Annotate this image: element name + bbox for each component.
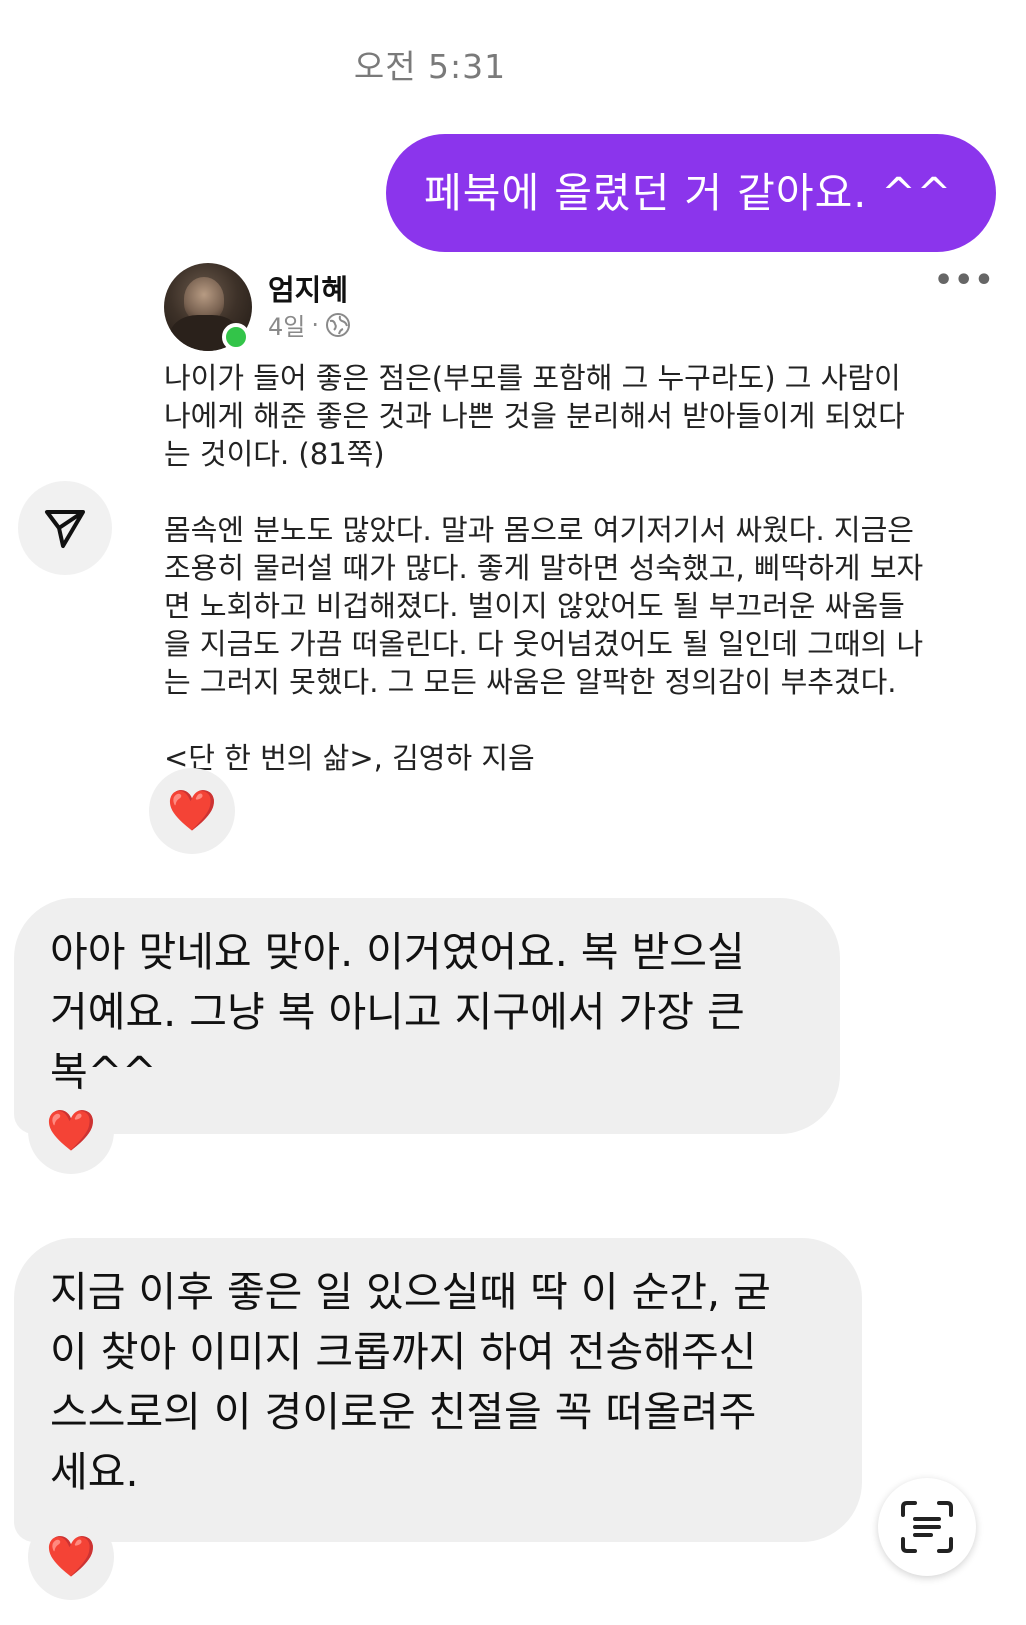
outgoing-message-bubble[interactable]: 페북에 올렸던 거 같아요. ^^ (386, 134, 996, 252)
text-scan-icon (901, 1501, 953, 1553)
meta-separator: · (311, 310, 319, 339)
post-author-name[interactable]: 엄지혜 (268, 267, 348, 309)
online-status-indicator (222, 323, 250, 351)
incoming-message-bubble[interactable]: 아아 맞네요 맞아. 이거였어요. 복 받으실 거예요. 그냥 복 아니고 지구… (14, 898, 840, 1134)
message-reaction[interactable]: ❤️ (28, 1514, 114, 1600)
text-scan-button[interactable] (878, 1478, 976, 1576)
heart-icon: ❤️ (46, 1108, 96, 1154)
message-reaction[interactable]: ❤️ (28, 1088, 114, 1174)
share-button[interactable] (18, 481, 112, 575)
post-age: 4일 (268, 313, 306, 341)
globe-icon (326, 312, 350, 337)
more-options-icon[interactable]: ••• (934, 263, 995, 298)
post-body-text: 나이가 들어 좋은 점은(부모를 포함해 그 누구라도) 그 사람이 나에게 해… (164, 361, 924, 775)
message-timestamp: 오전 5:31 (353, 47, 507, 86)
heart-icon: ❤️ (46, 1534, 96, 1580)
heart-icon: ❤️ (167, 788, 217, 834)
send-icon (45, 510, 85, 548)
post-meta: 4일 · (268, 307, 351, 342)
incoming-message-bubble[interactable]: 지금 이후 좋은 일 있으실때 딱 이 순간, 굳 이 찾아 이미지 크롭까지 … (14, 1238, 862, 1542)
post-reaction[interactable]: ❤️ (149, 768, 235, 854)
